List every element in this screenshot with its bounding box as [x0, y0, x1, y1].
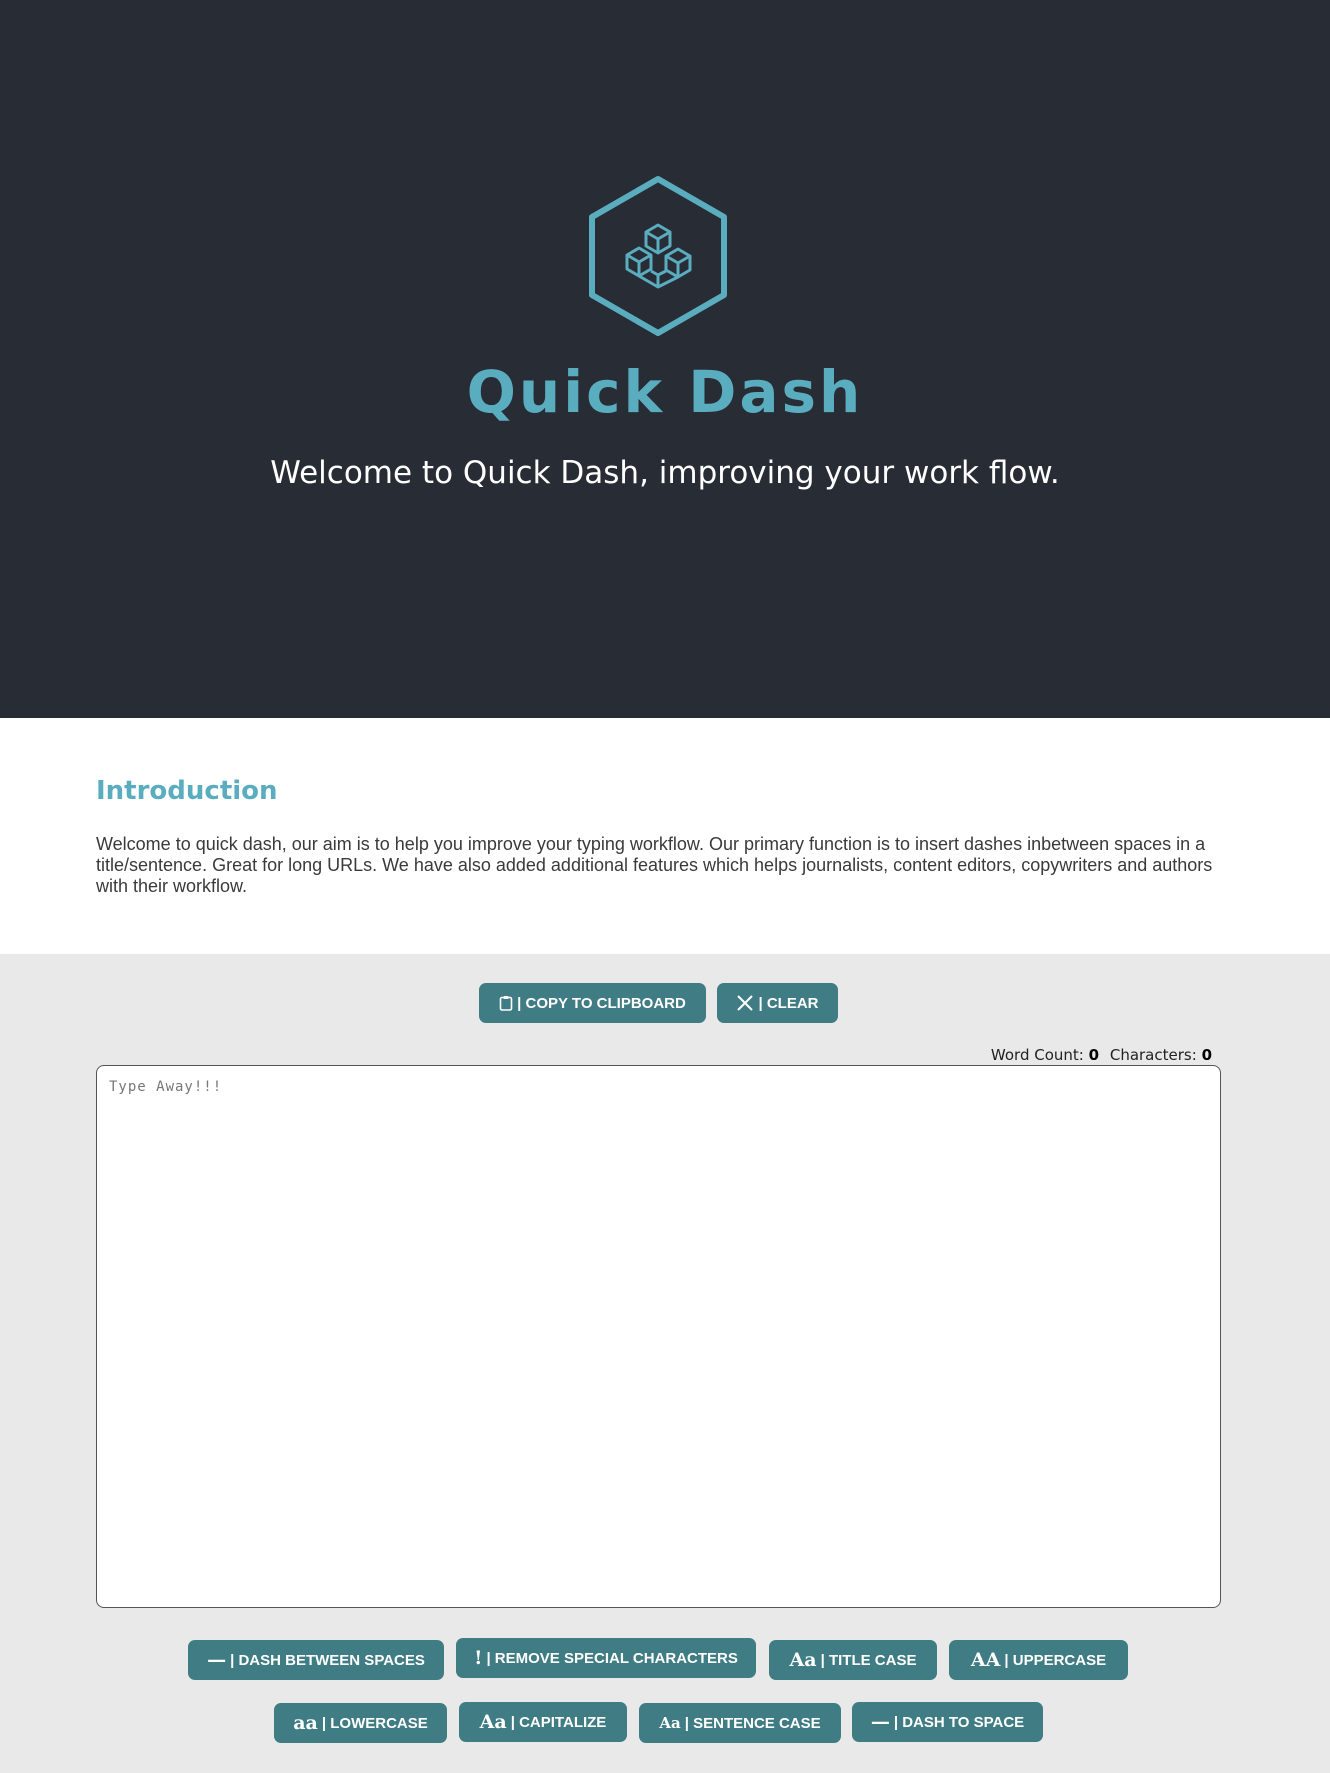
sentence-case-label: | SENTENCE CASE: [684, 1714, 821, 1732]
word-count-label: Word Count:: [990, 1046, 1084, 1064]
capitalize-button[interactable]: Aa | CAPITALIZE: [459, 1702, 627, 1742]
introduction-section: Introduction Welcome to quick dash, our …: [0, 718, 1330, 954]
introduction-heading: Introduction: [96, 776, 278, 806]
sentence-case-icon: Aa: [659, 1714, 681, 1732]
copy-to-clipboard-button[interactable]: | COPY TO CLIPBOARD: [479, 983, 706, 1023]
hero-section: Quick Dash Welcome to Quick Dash, improv…: [0, 0, 1330, 718]
text-editor[interactable]: [96, 1065, 1221, 1608]
lowercase-label: | LOWERCASE: [321, 1714, 428, 1732]
dash-icon: —: [207, 1649, 227, 1671]
hexagon-cubes-icon: [589, 176, 727, 336]
character-count-value: 0: [1201, 1046, 1212, 1064]
title-case-label: | TITLE CASE: [820, 1651, 917, 1669]
hero-subtitle: Welcome to Quick Dash, improving your wo…: [270, 455, 1060, 491]
text-counts: Word Count: 0 Characters: 0: [991, 1046, 1218, 1064]
remove-special-characters-button[interactable]: ! | REMOVE SPECIAL CHARACTERS: [456, 1638, 756, 1678]
dash-to-space-label: | DASH TO SPACE: [893, 1713, 1025, 1731]
title-case-icon: Aa: [789, 1649, 817, 1671]
lowercase-icon: aa: [293, 1712, 318, 1734]
uppercase-icon: AA: [970, 1649, 1001, 1671]
dash-icon: —: [870, 1711, 890, 1733]
app-title: Quick Dash: [466, 358, 864, 426]
capitalize-label: | CAPITALIZE: [510, 1713, 607, 1731]
clipboard-icon: [499, 996, 513, 1011]
clear-button[interactable]: | CLEAR: [717, 983, 838, 1023]
uppercase-label: | UPPERCASE: [1004, 1651, 1107, 1669]
word-count-value: 0: [1088, 1046, 1100, 1064]
uppercase-button[interactable]: AA | UPPERCASE: [949, 1640, 1128, 1680]
remove-special-characters-label: | REMOVE SPECIAL CHARACTERS: [486, 1649, 738, 1667]
introduction-text: Welcome to quick dash, our aim is to hel…: [96, 834, 1213, 896]
clear-label: | CLEAR: [758, 994, 819, 1012]
copy-to-clipboard-label: | COPY TO CLIPBOARD: [517, 994, 686, 1012]
dash-between-spaces-label: | DASH BETWEEN SPACES: [230, 1651, 425, 1669]
sentence-case-button[interactable]: Aa | SENTENCE CASE: [639, 1703, 841, 1743]
close-icon: [737, 995, 754, 1011]
dash-to-space-button[interactable]: — | DASH TO SPACE: [852, 1702, 1043, 1742]
character-count-label: Characters:: [1109, 1046, 1197, 1064]
lowercase-button[interactable]: aa | LOWERCASE: [274, 1703, 447, 1743]
dash-between-spaces-button[interactable]: — | DASH BETWEEN SPACES: [188, 1640, 444, 1680]
capitalize-icon: Aa: [479, 1711, 507, 1733]
exclamation-icon: !: [474, 1647, 483, 1669]
editor-section: | COPY TO CLIPBOARD | CLEAR Word Count: …: [0, 954, 1330, 1773]
title-case-button[interactable]: Aa | TITLE CASE: [769, 1640, 937, 1680]
